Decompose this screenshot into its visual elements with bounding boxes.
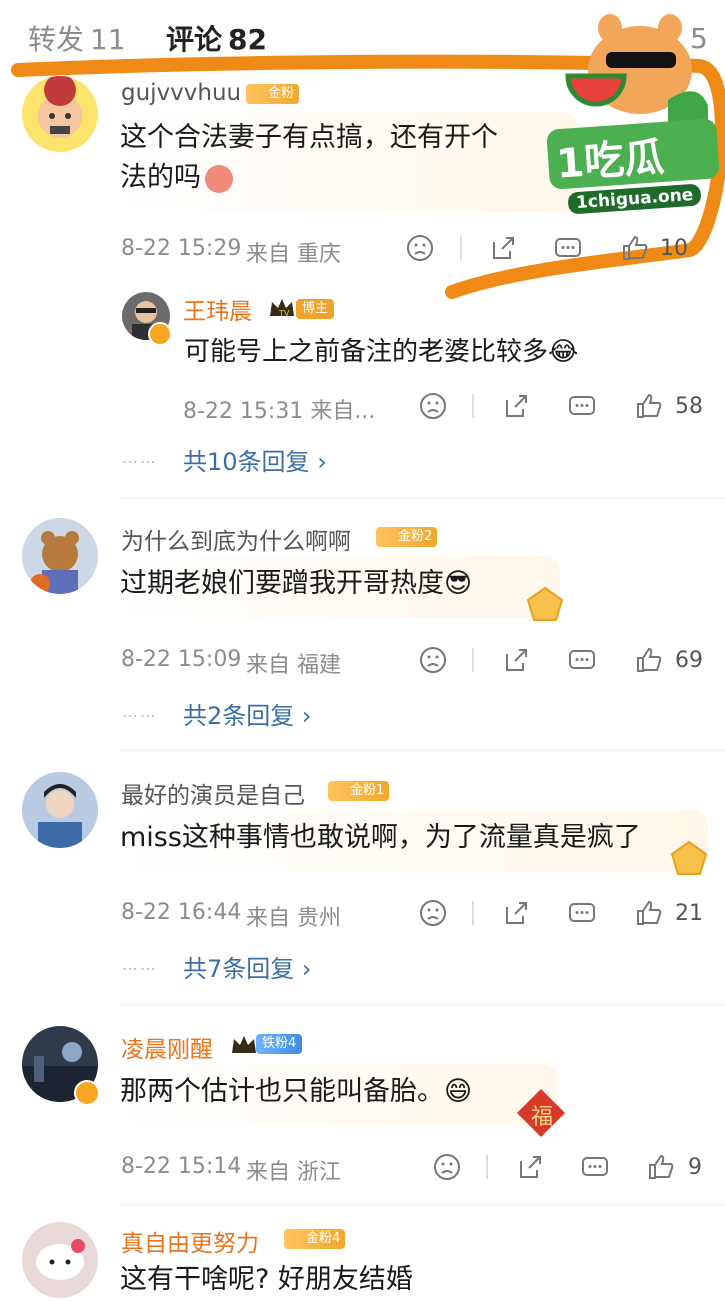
verified-badge-icon: [74, 1080, 100, 1106]
avatar[interactable]: [22, 518, 98, 594]
share-icon[interactable]: [501, 645, 531, 675]
share-icon[interactable]: [488, 233, 518, 263]
frown-icon[interactable]: [432, 1152, 462, 1182]
fu-text: 福: [530, 1105, 553, 1130]
comment-time: 8-22 15:09: [121, 647, 242, 672]
divider: [120, 750, 725, 751]
comment-username[interactable]: gujvvvhuu: [121, 80, 241, 106]
blogger-badge: 博主: [296, 299, 335, 319]
like-icon[interactable]: [646, 1152, 676, 1182]
fan-badge: 金粉1: [328, 781, 390, 801]
like-count: 58: [675, 394, 703, 419]
gold-fan-decoration-icon: [526, 586, 564, 621]
more-dots: ⋯⋯: [122, 706, 158, 725]
more-dots: ⋯⋯: [122, 452, 158, 471]
tab-repost[interactable]: 转发 11: [28, 18, 126, 58]
frown-icon[interactable]: [418, 898, 448, 928]
comment-username[interactable]: 为什么到底为什么啊啊: [121, 522, 351, 556]
action-divider: [472, 648, 474, 672]
like-count: 21: [675, 901, 703, 926]
blush-emoji-icon: [205, 164, 233, 193]
logo-url: 1chigua.one: [567, 183, 702, 215]
like-icon[interactable]: [634, 391, 664, 421]
frown-icon[interactable]: [418, 645, 448, 675]
hamster-mascot-icon: [565, 14, 708, 130]
like-count: 10: [660, 236, 688, 261]
fan-badge: 金粉2: [376, 527, 438, 547]
action-divider: [472, 394, 474, 418]
fan-badge: 金粉: [246, 84, 300, 104]
comment-text-line2: 法的吗: [120, 156, 233, 200]
comment-icon[interactable]: [567, 391, 597, 421]
avatar-cartoon-icon: [38, 76, 82, 138]
action-divider: [486, 1155, 488, 1179]
action-divider: [472, 901, 474, 925]
verified-badge-icon: [148, 322, 172, 346]
comment-text: 这个合法妻子有点搞，还有开个: [120, 122, 498, 153]
view-replies-link[interactable]: 共2条回复 ›: [183, 696, 312, 731]
avatar-bear-icon: [30, 531, 79, 594]
crown-icon: TV: [270, 299, 294, 318]
comment-location: 来自 福建: [246, 653, 341, 678]
comment-text: 过期老娘们要蹭我开哥热度😎: [120, 568, 473, 599]
comment-text: 那两个估计也只能叫备胎。😄: [120, 1076, 473, 1107]
comment-time: 8-22 15:14: [121, 1154, 242, 1179]
comment-location: 来自 贵州: [246, 906, 341, 931]
view-replies-link[interactable]: 共10条回复 ›: [183, 442, 327, 477]
avatar-hello-kitty-icon: [36, 1239, 85, 1280]
comment-text: miss这种事情也敢说啊，为了流量真是疯了: [120, 822, 641, 853]
share-icon[interactable]: [501, 898, 531, 928]
reply-username[interactable]: 王玮晨: [183, 292, 252, 326]
logo-brand: 1吃瓜: [554, 134, 666, 188]
tab-comments[interactable]: 评论 82: [166, 18, 267, 58]
comment-icon[interactable]: [567, 645, 597, 675]
comment-username[interactable]: 凌晨刚醒: [121, 1030, 213, 1064]
svg-text:TV: TV: [278, 309, 290, 318]
divider: [120, 1004, 725, 1005]
like-icon[interactable]: [634, 645, 664, 675]
fan-badge: 金粉4: [284, 1229, 346, 1249]
reply-text: 可能号上之前备注的老婆比较多😂: [184, 337, 579, 367]
comment-username[interactable]: 真自由更努力: [121, 1224, 259, 1258]
reply-time: 8-22 15:31 来自...: [183, 399, 376, 424]
like-icon[interactable]: [634, 898, 664, 928]
comment-time: 8-22 16:44: [121, 900, 242, 925]
chevron-right-icon: ›: [317, 448, 327, 476]
avatar[interactable]: [22, 76, 98, 152]
comment-location: 来自 浙江: [246, 1160, 341, 1185]
comment-icon[interactable]: [580, 1152, 610, 1182]
divider: [120, 1204, 725, 1205]
like-count: 9: [688, 1155, 702, 1180]
crown-icon: [232, 1036, 256, 1053]
frown-icon[interactable]: [418, 391, 448, 421]
gold-fan-decoration-icon: [670, 840, 708, 875]
comment-location: 来自 重庆: [246, 242, 341, 267]
chevron-right-icon: ›: [301, 702, 312, 730]
avatar[interactable]: [22, 772, 98, 848]
comment-username[interactable]: 最好的演员是自己: [121, 776, 305, 810]
more-dots: ⋯⋯: [122, 959, 158, 978]
share-icon[interactable]: [515, 1152, 545, 1182]
chevron-right-icon: ›: [301, 955, 312, 983]
avatar-person-icon: [38, 784, 82, 848]
like-count: 69: [675, 648, 703, 673]
watermark-logo: 1吃瓜 1chigua.one: [546, 10, 720, 215]
avatar[interactable]: [22, 1222, 98, 1298]
like-icon[interactable]: [620, 233, 650, 263]
divider: [120, 498, 725, 499]
comment-time: 8-22 15:29: [121, 236, 242, 261]
action-divider: [460, 236, 462, 260]
view-replies-link[interactable]: 共7条回复 ›: [183, 949, 312, 984]
share-icon[interactable]: [501, 391, 531, 421]
comment-icon[interactable]: [567, 898, 597, 928]
fan-badge: 铁粉4: [256, 1034, 303, 1054]
comment-text: 这有干啥呢? 好朋友结婚: [120, 1264, 413, 1295]
frown-icon[interactable]: [405, 233, 435, 263]
comment-icon[interactable]: [553, 233, 583, 263]
